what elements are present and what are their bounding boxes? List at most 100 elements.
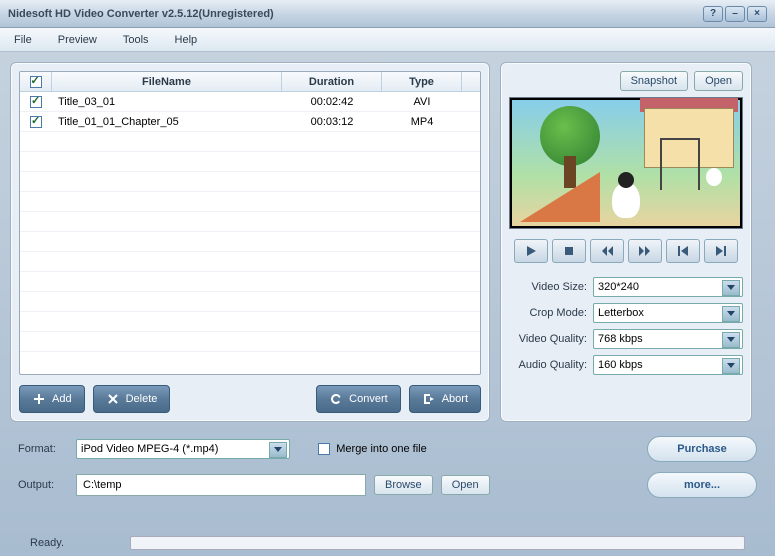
title-bar: Nidesoft HD Video Converter v2.5.12(Unre… [0,0,775,28]
audio-quality-select[interactable]: 160 kbps [593,355,743,375]
table-header: FileName Duration Type [20,72,480,92]
table-row [20,132,480,152]
video-size-select[interactable]: 320*240 [593,277,743,297]
menu-file[interactable]: File [10,32,36,48]
table-body: Title_03_01 00:02:42 AVI Title_01_01_Cha… [20,92,480,374]
table-row[interactable]: Title_03_01 00:02:42 AVI [20,92,480,112]
output-row: Output: C:\temp Browse Open more... [18,472,757,498]
table-row [20,152,480,172]
format-label: Format: [18,443,68,455]
snapshot-button[interactable]: Snapshot [620,71,688,91]
prev-button[interactable] [666,239,700,263]
menu-help[interactable]: Help [171,32,202,48]
purchase-button[interactable]: Purchase [647,436,757,462]
table-row [20,312,480,332]
table-row [20,232,480,252]
table-row [20,212,480,232]
preview-scene [512,100,740,226]
chevron-down-icon [727,285,735,290]
swing-graphic [660,138,700,190]
abort-label: Abort [442,393,468,405]
settings-group: Video Size: 320*240 Crop Mode: Letterbox… [509,277,743,375]
slide-graphic [520,172,600,222]
table-row [20,292,480,312]
status-text: Ready. [30,537,120,549]
character-graphic [612,182,640,218]
cell-duration: 00:02:42 [282,96,382,108]
merge-checkbox[interactable] [318,443,330,455]
close-button[interactable]: × [747,6,767,22]
minimize-button[interactable]: – [725,6,745,22]
menu-preview[interactable]: Preview [54,32,101,48]
table-row [20,192,480,212]
header-filename[interactable]: FileName [52,72,282,91]
add-button[interactable]: Add [19,385,85,413]
menu-bar: File Preview Tools Help [0,28,775,52]
add-label: Add [52,393,72,405]
video-quality-row: Video Quality: 768 kbps [509,329,743,349]
play-button[interactable] [514,239,548,263]
cell-filename: Title_01_01_Chapter_05 [52,116,282,128]
browse-button[interactable]: Browse [374,475,433,495]
next-button[interactable] [704,239,738,263]
chevron-down-icon [274,447,282,452]
bunny-graphic [706,168,722,186]
main-area: FileName Duration Type Title_03_01 00:02… [0,52,775,432]
table-row [20,332,480,352]
convert-label: Convert [349,393,388,405]
stop-button[interactable] [552,239,586,263]
menu-tools[interactable]: Tools [119,32,153,48]
crop-mode-row: Crop Mode: Letterbox [509,303,743,323]
convert-button[interactable]: Convert [316,385,401,413]
video-size-row: Video Size: 320*240 [509,277,743,297]
delete-button[interactable]: Delete [93,385,171,413]
status-bar: Ready. [0,536,775,550]
x-icon [106,392,120,406]
cell-type: MP4 [382,116,462,128]
chevron-down-icon [727,311,735,316]
chevron-down-icon [727,363,735,368]
check-all-icon [30,76,42,88]
progress-bar [130,536,745,550]
cell-filename: Title_03_01 [52,96,282,108]
video-preview[interactable] [509,97,743,229]
video-quality-select[interactable]: 768 kbps [593,329,743,349]
output-label: Output: [18,479,68,491]
header-duration[interactable]: Duration [282,72,382,91]
rewind-button[interactable] [590,239,624,263]
cell-type: AVI [382,96,462,108]
open-preview-button[interactable]: Open [694,71,743,91]
table-row [20,252,480,272]
table-row [20,272,480,292]
video-quality-label: Video Quality: [509,333,587,345]
preview-toolbar: Snapshot Open [509,71,743,91]
preview-panel: Snapshot Open Video S [500,62,752,422]
table-row [20,172,480,192]
help-button[interactable]: ? [703,6,723,22]
bottom-area: Format: iPod Video MPEG-4 (*.mp4) Merge … [0,432,775,498]
format-select[interactable]: iPod Video MPEG-4 (*.mp4) [76,439,290,459]
app-title: Nidesoft HD Video Converter v2.5.12(Unre… [8,8,703,20]
file-table: FileName Duration Type Title_03_01 00:02… [19,71,481,375]
table-row[interactable]: Title_01_01_Chapter_05 00:03:12 MP4 [20,112,480,132]
exit-icon [422,392,436,406]
crop-mode-select[interactable]: Letterbox [593,303,743,323]
merge-label: Merge into one file [336,443,427,455]
crop-mode-label: Crop Mode: [509,307,587,319]
action-bar: Add Delete Convert Abort [19,385,481,413]
output-input[interactable]: C:\temp [76,474,366,496]
abort-button[interactable]: Abort [409,385,481,413]
row-checkbox[interactable] [30,116,42,128]
format-row: Format: iPod Video MPEG-4 (*.mp4) Merge … [18,436,757,462]
header-checkbox[interactable] [20,72,52,91]
row-checkbox[interactable] [30,96,42,108]
forward-button[interactable] [628,239,662,263]
merge-area: Merge into one file [318,443,427,455]
more-button[interactable]: more... [647,472,757,498]
chevron-down-icon [727,337,735,342]
media-controls [509,239,743,263]
audio-quality-label: Audio Quality: [509,359,587,371]
header-type[interactable]: Type [382,72,462,91]
delete-label: Delete [126,393,158,405]
open-output-button[interactable]: Open [441,475,490,495]
